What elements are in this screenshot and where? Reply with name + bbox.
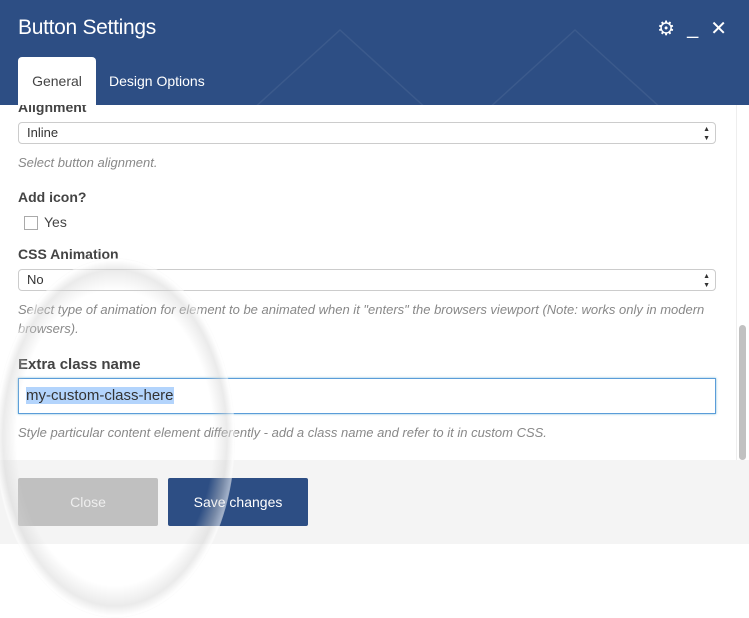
extra-class-value: my-custom-class-here bbox=[26, 387, 174, 404]
dialog-body: Alignment Inline ▲ ▼ Select button alignme… bbox=[0, 105, 749, 460]
close-button[interactable]: Close bbox=[18, 478, 158, 526]
minimize-icon[interactable]: _ bbox=[687, 17, 698, 40]
dialog-header: Button Settings ⚙ _ ✕ General Design Opt… bbox=[0, 0, 749, 105]
select-arrows-icon: ▲ ▼ bbox=[703, 273, 710, 289]
alignment-label: Alignment bbox=[18, 105, 87, 115]
css-animation-label: CSS Animation bbox=[18, 246, 119, 262]
scrollbar-thumb[interactable] bbox=[739, 325, 746, 460]
alignment-select[interactable]: Inline ▲ ▼ bbox=[18, 122, 716, 144]
extra-class-input[interactable]: my-custom-class-here bbox=[18, 378, 716, 414]
tab-design-options[interactable]: Design Options bbox=[97, 57, 217, 105]
save-changes-button[interactable]: Save changes bbox=[168, 478, 308, 526]
alignment-value: Inline bbox=[27, 125, 59, 140]
css-animation-select[interactable]: No ▲ ▼ bbox=[18, 269, 716, 291]
tab-general[interactable]: General bbox=[18, 57, 96, 105]
extra-class-help: Style particular content element differe… bbox=[18, 425, 547, 440]
dialog-footer: Close Save changes bbox=[0, 460, 749, 544]
extra-class-label: Extra class name bbox=[18, 356, 141, 373]
add-icon-label: Add icon? bbox=[18, 189, 87, 205]
add-icon-checkbox[interactable] bbox=[24, 216, 38, 230]
gear-icon[interactable]: ⚙ bbox=[657, 16, 675, 41]
select-arrows-icon: ▲ ▼ bbox=[703, 126, 710, 142]
css-animation-help: Select type of animation for element to … bbox=[18, 302, 705, 336]
alignment-help: Select button alignment. bbox=[18, 155, 158, 170]
css-animation-value: No bbox=[27, 272, 44, 287]
dialog-title: Button Settings bbox=[18, 16, 156, 39]
add-icon-option: Yes bbox=[44, 214, 67, 230]
close-icon[interactable]: ✕ bbox=[710, 16, 727, 41]
